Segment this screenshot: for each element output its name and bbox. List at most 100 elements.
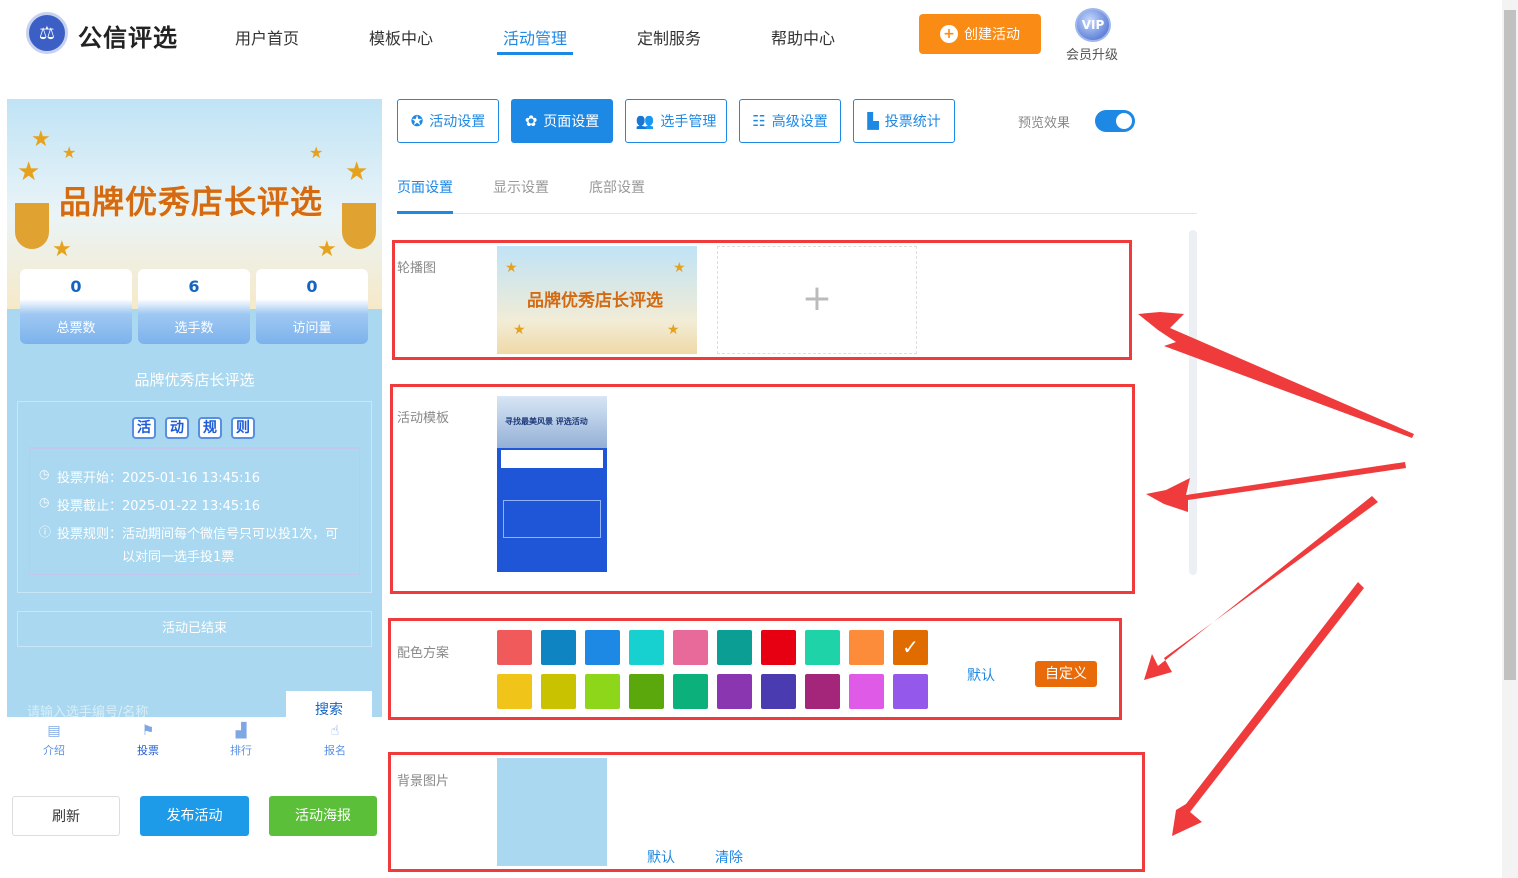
nav-custom-service[interactable]: 定制服务 [637, 25, 701, 49]
info-icon: ⓘ [39, 525, 52, 539]
color-swatch[interactable] [585, 630, 620, 665]
star-icon: ★ [52, 237, 72, 262]
color-swatch[interactable] [497, 674, 532, 709]
logo: ⚖ [26, 12, 68, 54]
color-swatch[interactable]: ✓ [893, 630, 928, 665]
nav-activity-management[interactable]: 活动管理 [503, 25, 567, 49]
check-icon: ✓ [902, 635, 919, 659]
color-swatch[interactable] [629, 630, 664, 665]
color-swatch[interactable] [805, 630, 840, 665]
vip-upgrade-link[interactable]: 会员升级 [1066, 44, 1118, 63]
color-swatch[interactable] [805, 674, 840, 709]
trophy-icon [15, 203, 49, 249]
color-swatch[interactable] [717, 674, 752, 709]
create-activity-button[interactable]: + 创建活动 [919, 14, 1041, 54]
color-swatch[interactable] [541, 630, 576, 665]
stat-value: 0 [306, 277, 318, 296]
stat-total-votes: 0 总票数 [20, 269, 132, 344]
toolbar-label: 投票统计 [884, 114, 941, 130]
nav-help-center[interactable]: 帮助中心 [771, 25, 835, 49]
toolbar-label: 选手管理 [660, 114, 717, 130]
color-swatch[interactable] [717, 630, 752, 665]
rule-text-cont: 以对同一选手投1票 [122, 550, 235, 565]
star-icon: ★ [309, 143, 324, 162]
color-swatch[interactable] [673, 630, 708, 665]
window-scrollbar-thumb[interactable] [1504, 10, 1516, 680]
sliders-icon: ☷ [752, 112, 766, 130]
toolbar-label: 高级设置 [771, 114, 828, 130]
preview-toggle[interactable] [1095, 110, 1135, 132]
preview-title: 品牌优秀店长评选 [134, 371, 255, 389]
star-icon: ★ [17, 157, 41, 187]
stat-label: 访问量 [292, 321, 332, 336]
publish-button[interactable]: 发布活动 [140, 796, 249, 836]
search-input[interactable]: 请输入选手编号/名称 [17, 691, 287, 717]
nav-active-underline [497, 52, 573, 55]
rule-start: 投票开始：2025-01-16 13:45:16 [57, 471, 261, 486]
gear-icon: ✿ [524, 112, 538, 130]
subtab-page-settings[interactable]: 页面设置 [397, 177, 453, 197]
rule-end: 投票截止：2025-01-22 13:45:16 [57, 499, 261, 514]
brand-name: 公信评选 [78, 24, 178, 52]
rule-text: 投票规则：活动期间每个微信号只可以投1次，可 [57, 527, 339, 542]
toolbar-advanced-settings[interactable]: ☷ 高级设置 [739, 99, 841, 143]
rules-chip: 动 [165, 417, 189, 439]
stat-value: 6 [188, 277, 200, 296]
star-icon: ★ [345, 157, 369, 187]
toolbar-vote-statistics[interactable]: ▙ 投票统计 [853, 99, 955, 143]
color-swatch[interactable] [849, 630, 884, 665]
tab-intro-label: 介绍 [43, 744, 65, 757]
color-swatch[interactable] [849, 674, 884, 709]
vip-icon[interactable]: VIP [1075, 8, 1111, 42]
annotation-box [392, 240, 1132, 360]
subtab-display-settings[interactable]: 显示设置 [493, 177, 549, 197]
rules-chip: 活 [132, 417, 156, 439]
banner-title: 品牌优秀店长评选 [59, 183, 324, 221]
stat-value: 0 [70, 277, 82, 296]
color-swatch[interactable] [761, 630, 796, 665]
search-button[interactable]: 搜索 [286, 691, 372, 717]
color-swatch[interactable] [541, 674, 576, 709]
clock-icon: ◷ [39, 467, 50, 481]
subtab-divider [397, 213, 1197, 214]
tab-signup-label: 报名 [324, 744, 346, 757]
nav-user-home[interactable]: 用户首页 [235, 25, 299, 49]
toggle-knob [1116, 113, 1132, 129]
clock-icon: ◷ [39, 495, 50, 509]
plus-icon: + [940, 25, 958, 43]
mobile-preview: ★ ★ ★ ★ ★ ★ ★ 品牌优秀店长评选 0 总票数 6 选手数 0 访问量… [7, 99, 382, 717]
color-swatch[interactable] [629, 674, 664, 709]
toolbar-activity-settings[interactable]: ✪ 活动设置 [397, 99, 499, 143]
annotation-arrows [1138, 312, 1414, 836]
stat-visits: 0 访问量 [256, 269, 368, 344]
bar-chart-icon: ▙ [867, 112, 879, 130]
rules-chip: 则 [231, 417, 255, 439]
subtab-footer-settings[interactable]: 底部设置 [589, 177, 645, 197]
toolbar-label: 页面设置 [543, 114, 600, 130]
toolbar-label: 活动设置 [429, 114, 486, 130]
tab-signup[interactable]: ☝ 报名 [305, 724, 365, 758]
poster-button[interactable]: 活动海报 [269, 796, 377, 836]
color-swatch[interactable] [585, 674, 620, 709]
toolbar-contestant-management[interactable]: 👥 选手管理 [625, 99, 727, 143]
tab-ranking-label: 排行 [230, 744, 252, 757]
nav-template-center[interactable]: 模板中心 [369, 25, 433, 49]
hand-pointer-icon: ☝ [330, 723, 340, 739]
star-icon: ★ [317, 237, 337, 262]
refresh-button[interactable]: 刷新 [12, 796, 120, 836]
color-swatch[interactable] [893, 674, 928, 709]
annotation-box [388, 752, 1145, 872]
tab-intro[interactable]: ▤ 介绍 [24, 724, 84, 758]
tab-vote[interactable]: ⚑ 投票 [118, 724, 178, 758]
color-swatch[interactable] [673, 674, 708, 709]
rules-chip: 规 [198, 417, 222, 439]
star-icon: ★ [62, 143, 77, 162]
tab-vote-label: 投票 [137, 744, 159, 757]
stat-contestants: 6 选手数 [138, 269, 250, 344]
color-swatch[interactable] [497, 630, 532, 665]
tab-ranking[interactable]: ▟ 排行 [211, 724, 271, 758]
toolbar-page-settings[interactable]: ✿ 页面设置 [511, 99, 613, 143]
color-swatch[interactable] [761, 674, 796, 709]
preview-toggle-label: 预览效果 [1018, 116, 1071, 131]
flag-icon: ⚑ [141, 723, 155, 739]
